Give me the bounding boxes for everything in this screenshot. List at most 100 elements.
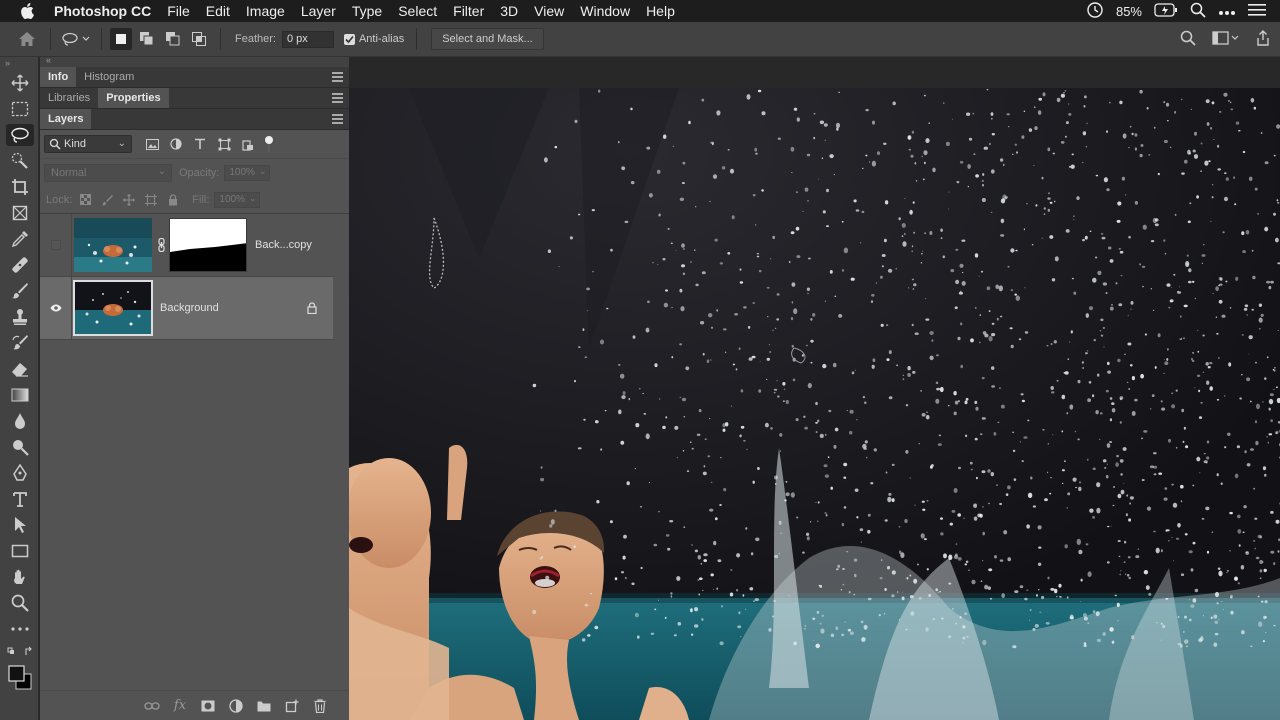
select-and-mask-button[interactable]: Select and Mask... (431, 28, 544, 50)
menu-edit[interactable]: Edit (206, 3, 230, 19)
menu-help[interactable]: Help (646, 3, 675, 19)
lock-icon[interactable] (307, 302, 317, 317)
new-group-icon[interactable] (255, 697, 273, 715)
workspace-switcher-icon[interactable] (1212, 31, 1240, 48)
lock-image-pixels-icon[interactable] (96, 190, 118, 210)
blend-mode-select[interactable]: Normal ⌄ (44, 163, 172, 182)
filter-kind-select[interactable]: Kind ⌄ (44, 135, 132, 153)
filter-pixel-layers-icon[interactable] (140, 134, 164, 154)
color-swatches-icon[interactable] (0, 662, 39, 692)
menu-select[interactable]: Select (398, 3, 437, 19)
pen-tool-icon[interactable] (0, 460, 39, 486)
lock-all-icon[interactable] (162, 190, 184, 210)
menu-view[interactable]: View (534, 3, 564, 19)
tab-info[interactable]: Info (40, 67, 77, 87)
menu-image[interactable]: Image (246, 3, 285, 19)
path-selection-tool-icon[interactable] (0, 512, 39, 538)
search-icon[interactable] (1180, 30, 1196, 49)
subtract-from-selection-icon[interactable] (162, 28, 184, 50)
filter-shape-layers-icon[interactable] (212, 134, 236, 154)
filter-adjustment-layers-icon[interactable] (164, 134, 188, 154)
menu-file[interactable]: File (167, 3, 190, 19)
app-name[interactable]: Photoshop CC (54, 3, 151, 19)
new-layer-icon[interactable] (283, 697, 301, 715)
new-selection-icon[interactable] (110, 28, 132, 50)
blur-tool-icon[interactable] (0, 408, 39, 434)
document-canvas[interactable] (349, 88, 1280, 720)
add-mask-icon[interactable] (199, 697, 217, 715)
menu-3d[interactable]: 3D (500, 3, 518, 19)
rectangle-tool-icon[interactable] (0, 538, 39, 564)
menu-layer[interactable]: Layer (301, 3, 336, 19)
lock-transparent-pixels-icon[interactable] (74, 190, 96, 210)
tab-histogram[interactable]: Histogram (76, 67, 142, 87)
clone-stamp-tool-icon[interactable] (0, 304, 39, 330)
visibility-toggle[interactable] (40, 276, 72, 340)
time-machine-icon[interactable] (1086, 1, 1104, 22)
filter-smart-objects-icon[interactable] (236, 134, 260, 154)
visibility-toggle[interactable] (40, 213, 72, 277)
opacity-field[interactable]: 100% ⌄ (224, 164, 271, 181)
menu-filter[interactable]: Filter (453, 3, 484, 19)
tab-libraries[interactable]: Libraries (40, 88, 98, 108)
healing-brush-tool-icon[interactable] (0, 252, 39, 278)
lasso-tool-preset-icon[interactable] (59, 28, 93, 50)
link-layers-icon[interactable] (143, 697, 161, 715)
menu-type[interactable]: Type (352, 3, 382, 19)
layer-row-background-copy[interactable]: Back...copy (40, 213, 333, 277)
lasso-tool-icon[interactable] (0, 122, 39, 148)
history-brush-tool-icon[interactable] (0, 330, 39, 356)
share-icon[interactable] (1256, 30, 1270, 49)
spotlight-search-icon[interactable] (1190, 2, 1206, 21)
layer-name[interactable]: Back...copy (255, 239, 312, 251)
zoom-tool-icon[interactable] (0, 590, 39, 616)
layer-row-background[interactable]: Background (40, 276, 333, 340)
fx-icon[interactable]: fx (171, 697, 189, 715)
add-to-selection-icon[interactable] (136, 28, 158, 50)
panel-menu-icon[interactable] (332, 114, 343, 124)
new-adjustment-layer-icon[interactable] (227, 697, 245, 715)
notification-center-icon[interactable] (1248, 3, 1266, 20)
filter-toggle-icon[interactable] (260, 134, 278, 154)
mask-link-icon[interactable] (156, 238, 166, 252)
apple-icon[interactable] (20, 3, 40, 19)
battery-icon[interactable] (1154, 2, 1178, 20)
type-tool-icon[interactable] (0, 486, 39, 512)
layer-mask-thumbnail[interactable] (169, 218, 247, 272)
panel-menu-icon[interactable] (332, 93, 343, 103)
fill-field[interactable]: 100% ⌄ (214, 191, 261, 208)
quick-selection-tool-icon[interactable] (0, 148, 39, 174)
eyedropper-tool-icon[interactable] (0, 226, 39, 252)
swap-colors-icon[interactable] (0, 642, 39, 662)
move-tool-icon[interactable] (0, 70, 39, 96)
delete-layer-icon[interactable] (311, 697, 329, 715)
antialias-checkbox[interactable] (343, 33, 355, 45)
intersect-selection-icon[interactable] (188, 28, 210, 50)
menu-window[interactable]: Window (580, 3, 630, 19)
feather-input[interactable] (281, 30, 334, 48)
dodge-tool-icon[interactable] (0, 434, 39, 460)
lock-artboard-icon[interactable] (140, 190, 162, 210)
layer-thumbnail[interactable] (73, 280, 153, 336)
more-icon[interactable] (1218, 4, 1236, 19)
panel-menu-icon[interactable] (332, 72, 343, 82)
collapse-panels-icon[interactable]: « (46, 55, 51, 65)
brush-tool-icon[interactable] (0, 278, 39, 304)
edit-toolbar-icon[interactable] (0, 616, 39, 642)
gradient-tool-icon[interactable] (0, 382, 39, 408)
status-area: 85% (1086, 0, 1280, 22)
crop-tool-icon[interactable] (0, 174, 39, 200)
layer-name[interactable]: Background (160, 302, 219, 314)
lock-position-icon[interactable] (118, 190, 140, 210)
frame-tool-icon[interactable] (0, 200, 39, 226)
hand-tool-icon[interactable] (0, 564, 39, 590)
tab-properties[interactable]: Properties (98, 88, 169, 108)
layer-thumbnail[interactable] (73, 217, 153, 273)
collapse-icon[interactable]: » (0, 57, 38, 71)
home-icon[interactable] (16, 28, 38, 50)
layer-thumbnail-image (74, 218, 152, 272)
tab-layers[interactable]: Layers (40, 109, 92, 129)
filter-type-layers-icon[interactable] (188, 134, 212, 154)
marquee-tool-icon[interactable] (0, 96, 39, 122)
eraser-tool-icon[interactable] (0, 356, 39, 382)
